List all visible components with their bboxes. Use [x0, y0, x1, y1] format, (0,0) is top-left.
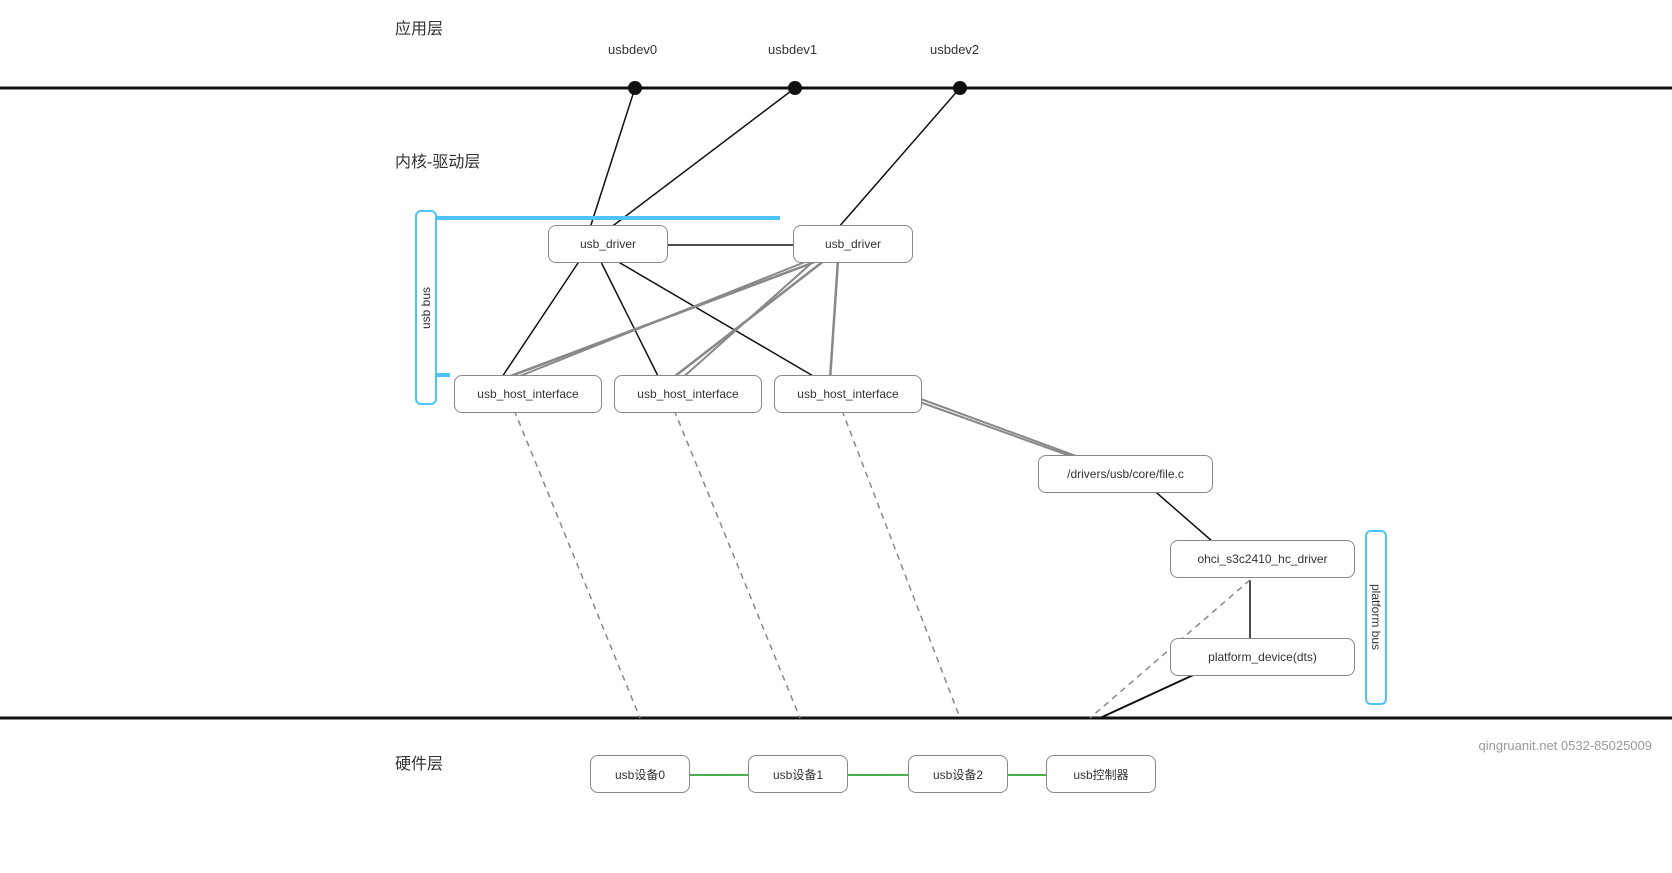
usbdev2-label: usbdev2 — [930, 42, 979, 57]
diagram: 应用层 内核-驱动层 硬件层 usbdev0 usbdev1 usbdev2 u… — [0, 0, 1672, 873]
watermark: qingruanit.net 0532-85025009 — [1479, 738, 1652, 753]
usb-driver-box-1: usb_driver — [548, 225, 668, 263]
usb-dev2-box: usb设备2 — [908, 755, 1008, 793]
app-layer-label: 应用层 — [395, 15, 443, 39]
usbdev1-label: usbdev1 — [768, 42, 817, 57]
usb-dev0-box: usb设备0 — [590, 755, 690, 793]
usbdev0-label: usbdev0 — [608, 42, 657, 57]
usb-driver-box-2: usb_driver — [793, 225, 913, 263]
connections — [0, 0, 1672, 873]
usb-host-interface-box-1: usb_host_interface — [454, 375, 602, 413]
usb-host-interface-box-3: usb_host_interface — [774, 375, 922, 413]
usb-bus-label: usb bus — [415, 210, 437, 405]
usb-controller-box: usb控制器 — [1046, 755, 1156, 793]
usb-host-interface-box-2: usb_host_interface — [614, 375, 762, 413]
usb-dev1-box: usb设备1 — [748, 755, 848, 793]
file-c-box: /drivers/usb/core/file.c — [1038, 455, 1213, 493]
kernel-layer-label: 内核-驱动层 — [395, 148, 480, 172]
platform-bus-label: platform bus — [1365, 530, 1387, 705]
platform-device-box: platform_device(dts) — [1170, 638, 1355, 676]
ohci-driver-box: ohci_s3c2410_hc_driver — [1170, 540, 1355, 578]
hw-layer-label: 硬件层 — [395, 750, 443, 774]
